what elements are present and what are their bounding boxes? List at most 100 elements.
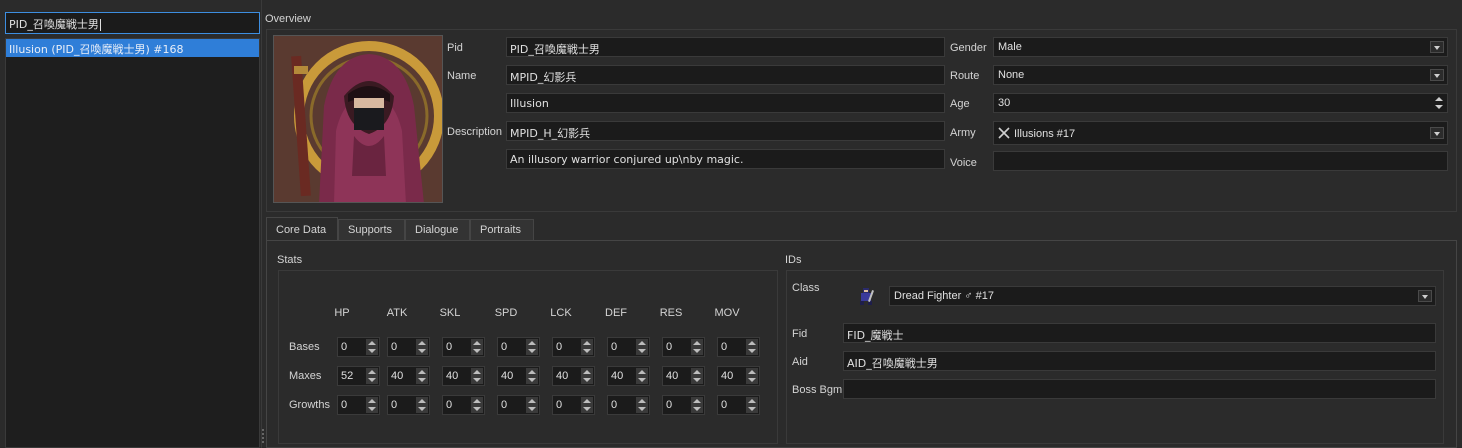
- class-select[interactable]: Dread Fighter ♂ #17: [889, 286, 1436, 306]
- maxes-atk-spinbox[interactable]: 40: [387, 366, 430, 386]
- pid-field[interactable]: PID_召喚魔戦士男: [506, 37, 945, 57]
- splitter-handle[interactable]: [262, 428, 265, 446]
- maxes-skl-spinbox[interactable]: 40: [442, 366, 485, 386]
- bases-res-spinbox[interactable]: 0: [662, 337, 705, 357]
- search-input[interactable]: PID_召喚魔戦士男: [5, 12, 260, 34]
- growths-def-spinbox[interactable]: 0: [607, 395, 650, 415]
- ids-title: IDs: [785, 254, 802, 266]
- list-item[interactable]: Illusion (PID_召喚魔戦士男) #168: [6, 39, 259, 57]
- spin-arrows-icon[interactable]: [1434, 96, 1444, 110]
- bases-hp-spinbox[interactable]: 0: [337, 337, 380, 357]
- search-input-text: PID_召喚魔戦士男: [9, 18, 99, 31]
- bases-skl-spinbox[interactable]: 0: [442, 337, 485, 357]
- aid-field[interactable]: AID_召喚魔戦士男: [843, 351, 1436, 371]
- stat-column-header: HP: [334, 307, 350, 319]
- bases-mov-spinbox[interactable]: 0: [717, 337, 760, 357]
- growths-spd-spinbox[interactable]: 0: [497, 395, 540, 415]
- chevron-down-icon[interactable]: [1430, 127, 1444, 139]
- bases-atk-value: 0: [391, 341, 398, 353]
- dread-fighter-sprite-icon: [860, 288, 874, 305]
- growths-skl-value: 0: [446, 399, 453, 411]
- stat-column-header: MOV: [714, 307, 740, 319]
- growths-hp-value: 0: [341, 399, 348, 411]
- chevron-down-icon[interactable]: [1430, 41, 1444, 53]
- maxes-res-spinbox[interactable]: 40: [662, 366, 705, 386]
- maxes-hp-spinbox[interactable]: 52: [337, 366, 380, 386]
- growths-mov-spinbox[interactable]: 0: [717, 395, 760, 415]
- maxes-atk-value: 40: [391, 370, 404, 382]
- growths-def-value: 0: [611, 399, 618, 411]
- tab-core-data[interactable]: Core Data: [266, 217, 338, 241]
- growths-lck-value: 0: [556, 399, 563, 411]
- maxes-mov-value: 40: [721, 370, 734, 382]
- bases-atk-spinbox[interactable]: 0: [387, 337, 430, 357]
- name-label: Name: [447, 70, 477, 82]
- stat-column-header: ATK: [386, 307, 408, 319]
- pid-label: Pid: [447, 42, 463, 54]
- bases-skl-value: 0: [446, 341, 453, 353]
- route-select[interactable]: None: [993, 65, 1448, 85]
- voice-label: Voice: [950, 157, 977, 169]
- stat-column-header: SPD: [494, 307, 518, 319]
- growths-atk-value: 0: [391, 399, 398, 411]
- growths-lck-spinbox[interactable]: 0: [552, 395, 595, 415]
- age-spinbox[interactable]: 30: [993, 93, 1448, 113]
- chevron-down-icon[interactable]: [1430, 69, 1444, 81]
- fid-field[interactable]: FID_魔戦士: [843, 323, 1436, 343]
- army-select[interactable]: Illusions #17: [993, 121, 1448, 145]
- bases-lck-value: 0: [556, 341, 563, 353]
- maxes-hp-value: 52: [341, 370, 354, 382]
- description-text-field[interactable]: An illusory warrior conjured up\nby magi…: [506, 149, 945, 169]
- display-name-field[interactable]: Illusion: [506, 93, 945, 113]
- stat-row-label: Growths: [289, 399, 330, 411]
- tab-supports[interactable]: Supports: [338, 219, 405, 241]
- fid-label: Fid: [792, 328, 808, 340]
- army-value: Illusions #17: [1014, 128, 1076, 140]
- route-label: Route: [950, 70, 980, 82]
- age-value: 30: [998, 97, 1011, 109]
- stat-column-header: SKL: [439, 307, 461, 319]
- boss-bgm-field[interactable]: [843, 379, 1436, 399]
- overview-title: Overview: [265, 13, 311, 25]
- age-label: Age: [950, 98, 970, 110]
- tab-dialogue[interactable]: Dialogue: [405, 219, 470, 241]
- bases-mov-value: 0: [721, 341, 728, 353]
- name-field[interactable]: MPID_幻影兵: [506, 65, 945, 85]
- growths-skl-spinbox[interactable]: 0: [442, 395, 485, 415]
- tab-portraits[interactable]: Portraits: [470, 219, 534, 241]
- portrait-image: [273, 35, 443, 203]
- class-value: Dread Fighter ♂ #17: [894, 290, 994, 302]
- crossed-swords-icon: [998, 127, 1010, 139]
- growths-hp-spinbox[interactable]: 0: [337, 395, 380, 415]
- stats-group: [278, 270, 778, 444]
- growths-atk-spinbox[interactable]: 0: [387, 395, 430, 415]
- stat-column-header: DEF: [605, 307, 627, 319]
- description-label: Description: [447, 126, 503, 138]
- gender-select[interactable]: Male: [993, 37, 1448, 57]
- maxes-spd-spinbox[interactable]: 40: [497, 366, 540, 386]
- character-list[interactable]: Illusion (PID_召喚魔戦士男) #168: [5, 38, 260, 448]
- character-list-pane: PID_召喚魔戦士男 Illusion (PID_召喚魔戦士男) #168: [0, 0, 262, 448]
- maxes-spd-value: 40: [501, 370, 514, 382]
- bases-def-spinbox[interactable]: 0: [607, 337, 650, 357]
- bases-spd-spinbox[interactable]: 0: [497, 337, 540, 357]
- bases-lck-spinbox[interactable]: 0: [552, 337, 595, 357]
- growths-res-spinbox[interactable]: 0: [662, 395, 705, 415]
- description-field[interactable]: MPID_H_幻影兵: [506, 121, 945, 141]
- gender-label: Gender: [950, 42, 987, 54]
- growths-res-value: 0: [666, 399, 673, 411]
- bases-hp-value: 0: [341, 341, 348, 353]
- stat-column-header: LCK: [550, 307, 572, 319]
- stats-title: Stats: [277, 254, 303, 266]
- bases-res-value: 0: [666, 341, 673, 353]
- army-label: Army: [950, 127, 976, 139]
- stat-row-label: Bases: [289, 341, 320, 353]
- portrait-art: [274, 36, 442, 202]
- maxes-lck-spinbox[interactable]: 40: [552, 366, 595, 386]
- voice-field[interactable]: [993, 151, 1448, 171]
- text-caret: [99, 19, 101, 31]
- maxes-def-spinbox[interactable]: 40: [607, 366, 650, 386]
- maxes-mov-spinbox[interactable]: 40: [717, 366, 760, 386]
- chevron-down-icon[interactable]: [1418, 290, 1432, 302]
- route-value: None: [998, 69, 1025, 81]
